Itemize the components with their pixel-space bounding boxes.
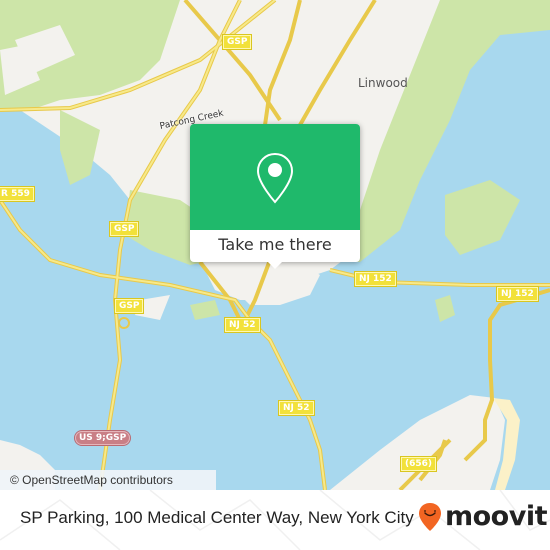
location-popup[interactable]: Take me there [190,124,360,269]
road-shield-gsp: GSP [108,221,140,237]
map-view[interactable]: Linwood Patcong Creek GSP R 559 GSP GSP … [0,0,550,490]
popup-pointer [266,260,284,269]
destination-address: SP Parking, 100 Medical Center Way, New … [20,508,414,527]
road-shield-nj52: NJ 52 [224,317,261,333]
interchange [118,317,130,329]
map-attribution[interactable]: © OpenStreetMap contributors [0,470,216,490]
moovit-logo[interactable]: moovit [418,501,548,532]
take-me-there-button[interactable]: Take me there [190,230,360,262]
moovit-smile-pin-icon [419,503,441,531]
map-pin-icon [256,152,294,204]
place-label-linwood: Linwood [358,76,408,90]
road-shield-us9-gsp: US 9;GSP [73,430,132,446]
moovit-wordmark: moovit [445,501,548,532]
road-shield-cr656: (656) [399,456,438,472]
footer-bar: SP Parking, 100 Medical Center Way, New … [0,490,550,550]
road-shield-cr559: R 559 [0,186,35,202]
popup-header[interactable] [190,124,360,230]
road-shield-gsp: GSP [221,34,253,50]
road-shield-nj152: NJ 152 [496,286,539,302]
road-shield-nj52: NJ 52 [278,400,315,416]
road-shield-nj152: NJ 152 [354,271,397,287]
road-shield-gsp: GSP [113,298,145,314]
